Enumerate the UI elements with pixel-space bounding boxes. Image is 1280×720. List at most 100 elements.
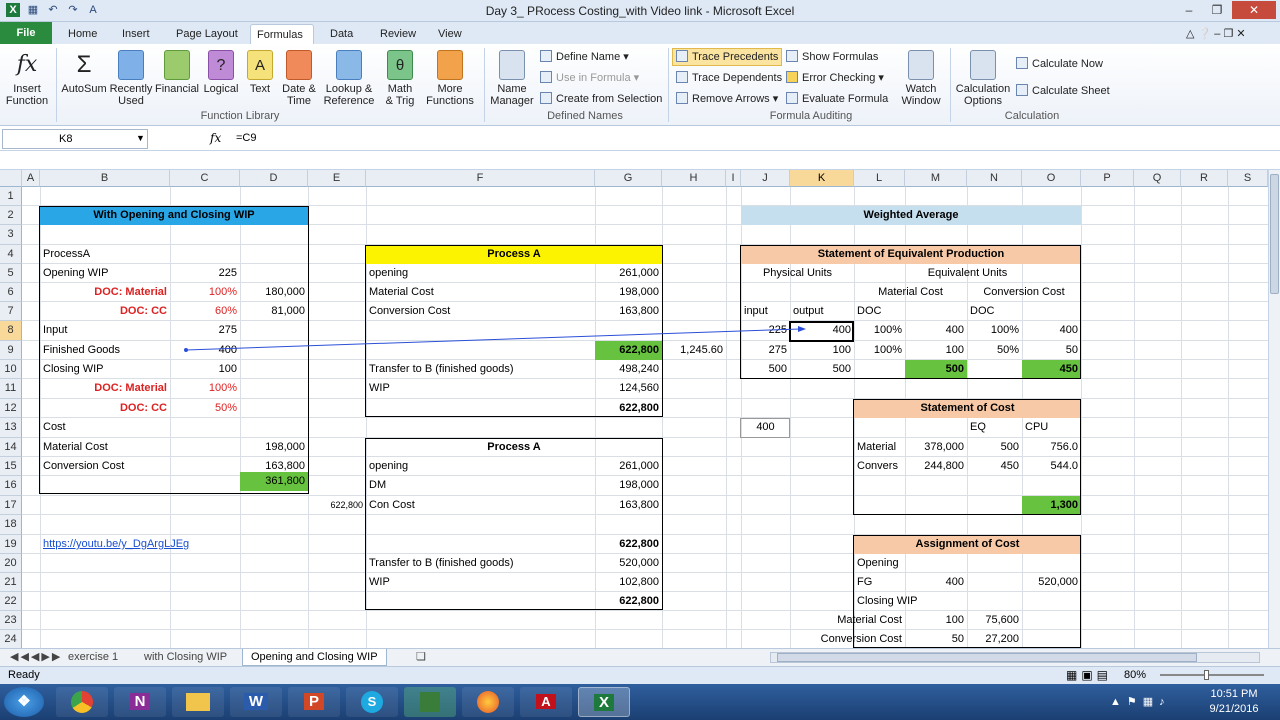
evaluate-formula-label: Evaluate Formula	[802, 93, 889, 105]
clock-date: 9/21/2016	[1209, 703, 1259, 715]
zoom-slider[interactable]	[1160, 670, 1264, 680]
autosum-label: AutoSum	[61, 83, 107, 95]
help-icon[interactable]: △ ❔ – ❐ ✕	[1180, 24, 1252, 44]
tab-data[interactable]: Data	[324, 24, 359, 44]
watch-window-label: Watch Window	[901, 83, 941, 107]
acrobat-icon[interactable]: A	[520, 687, 572, 717]
sheet-tab-opening-closing-wip[interactable]: Opening and Closing WIP	[242, 649, 387, 666]
calculation-options-button[interactable]: Calculation Options	[954, 50, 1012, 107]
create-from-selection-button[interactable]: Create from Selection	[540, 92, 662, 106]
trace-precedents-icon	[676, 50, 688, 62]
formula-bar-spacer	[0, 151, 1280, 170]
insert-function-button[interactable]: fx Insert Function	[4, 50, 50, 107]
use-in-formula-label: Use in Formula	[556, 72, 631, 84]
lookup-reference-button[interactable]: Lookup & Reference	[320, 50, 378, 107]
tab-insert[interactable]: Insert	[116, 24, 156, 44]
recently-used-button[interactable]: Recently Used	[108, 50, 154, 107]
autosum-button[interactable]: Σ AutoSum	[60, 50, 108, 95]
title-bar: X ▦ ↶ ↷ A Day 3_ PRocess Costing_with Vi…	[0, 0, 1280, 22]
start-button-icon[interactable]: ❖	[4, 687, 44, 717]
ribbon-separator	[950, 48, 951, 122]
trace-dependents-icon	[676, 71, 688, 83]
error-checking-label: Error Checking	[802, 72, 876, 84]
error-checking-button[interactable]: Error Checking ▾	[786, 71, 884, 85]
recently-used-label: Recently Used	[109, 83, 153, 107]
tab-page-layout[interactable]: Page Layout	[170, 24, 244, 44]
status-bar: Ready ▦▣▤ 80%	[0, 666, 1280, 684]
text-button[interactable]: A Text	[244, 50, 276, 95]
windows-taskbar: ❖ N W P S A X ▲⚑▦♪ 10:51 PM 9/21/2016	[0, 684, 1280, 720]
watch-window-icon	[908, 50, 934, 80]
financial-button[interactable]: Financial	[154, 50, 200, 95]
formula-input[interactable]: =C9	[236, 132, 257, 144]
close-icon[interactable]: ✕	[1232, 1, 1276, 19]
calendar-book-icon	[286, 50, 312, 80]
tag-icon	[540, 50, 552, 62]
evaluate-formula-button[interactable]: Evaluate Formula	[786, 92, 888, 106]
tab-home[interactable]: Home	[62, 24, 103, 44]
math-trig-button[interactable]: θ Math & Trig	[378, 50, 422, 107]
excel-taskbar-icon[interactable]: X	[578, 687, 630, 717]
sheet-tabs-bar: ◀◀◀▶▶ exercise 1 with Closing WIP Openin…	[0, 648, 1280, 666]
tab-view[interactable]: View	[432, 24, 468, 44]
screen-recorder-icon[interactable]	[404, 687, 456, 717]
show-formulas-icon	[786, 50, 798, 62]
insert-sheet-icon[interactable]: ❏	[408, 649, 434, 666]
use-in-formula-button[interactable]: Use in Formula ▾	[540, 71, 639, 85]
calculate-sheet-icon	[1016, 84, 1028, 96]
vertical-scrollbar[interactable]	[1268, 170, 1280, 648]
calculate-now-button[interactable]: Calculate Now	[1016, 57, 1103, 71]
logical-button[interactable]: ? Logical	[200, 50, 242, 95]
horizontal-scrollbar[interactable]	[770, 652, 1260, 663]
ribbon-separator	[668, 48, 669, 122]
onenote-icon[interactable]: N	[114, 687, 166, 717]
show-formulas-button[interactable]: Show Formulas	[786, 50, 878, 64]
minimize-icon[interactable]: –	[1176, 1, 1202, 19]
calculate-now-label: Calculate Now	[1032, 58, 1103, 70]
name-manager-button[interactable]: Name Manager	[488, 50, 536, 107]
formula-bar: K8 ▼ fx =C9	[0, 127, 1280, 151]
skype-icon[interactable]: S	[346, 687, 398, 717]
clock[interactable]: 10:51 PM 9/21/2016	[1196, 687, 1272, 717]
calculate-sheet-button[interactable]: Calculate Sheet	[1016, 84, 1110, 98]
powerpoint-icon[interactable]: P	[288, 687, 340, 717]
remove-arrows-button[interactable]: Remove Arrows ▾	[676, 92, 778, 106]
name-manager-label: Name Manager	[490, 83, 534, 107]
zoom-slider-handle[interactable]	[1204, 670, 1209, 680]
sheet-tab-exercise1[interactable]: exercise 1	[60, 649, 126, 666]
tab-review[interactable]: Review	[374, 24, 422, 44]
vertical-scroll-thumb[interactable]	[1270, 174, 1279, 294]
file-explorer-icon[interactable]	[172, 687, 224, 717]
tab-file[interactable]: File	[0, 22, 52, 44]
firefox-icon[interactable]	[462, 687, 514, 717]
date-time-button[interactable]: Date & Time	[278, 50, 320, 107]
trace-precedent-arrow	[184, 326, 806, 352]
system-tray-icons[interactable]: ▲⚑▦♪	[1110, 695, 1171, 708]
worksheet-grid[interactable]: ABCDEFGHIJKLMNOPQRS 1 2 3 4 5 6 7 8 9 10 11 12 13 14 1…	[0, 170, 1268, 648]
tab-formulas[interactable]: Formulas	[250, 24, 314, 44]
view-buttons[interactable]: ▦▣▤	[1066, 668, 1112, 682]
trace-precedents-button[interactable]: Trace Precedents	[672, 48, 783, 66]
horizontal-scroll-thumb[interactable]	[777, 653, 1197, 662]
insert-function-label: Insert Function	[5, 83, 49, 107]
name-box-dropdown-icon[interactable]: ▼	[136, 133, 145, 143]
watch-window-button[interactable]: Watch Window	[896, 50, 946, 107]
financial-label: Financial	[154, 83, 200, 95]
calculation-options-label: Calculation Options	[955, 83, 1011, 107]
zoom-level[interactable]: 80%	[1124, 669, 1146, 681]
show-formulas-label: Show Formulas	[802, 51, 879, 63]
more-functions-button[interactable]: More Functions	[422, 50, 478, 107]
name-box[interactable]: K8	[2, 129, 148, 149]
more-functions-label: More Functions	[426, 83, 474, 107]
define-name-button[interactable]: Define Name ▾	[540, 50, 629, 64]
restore-icon[interactable]: ❐	[1204, 1, 1230, 19]
fx-button[interactable]: fx	[210, 131, 221, 145]
trace-dependents-button[interactable]: Trace Dependents	[676, 71, 782, 85]
math-trig-label: Math & Trig	[385, 83, 415, 107]
chrome-icon[interactable]	[56, 687, 108, 717]
word-icon[interactable]: W	[230, 687, 282, 717]
sheet-tab-with-closing-wip[interactable]: with Closing WIP	[136, 649, 235, 666]
sigma-icon: Σ	[76, 51, 92, 78]
text-book-icon: A	[247, 50, 273, 80]
window-title: Day 3_ PRocess Costing_with Video link -…	[485, 4, 795, 18]
